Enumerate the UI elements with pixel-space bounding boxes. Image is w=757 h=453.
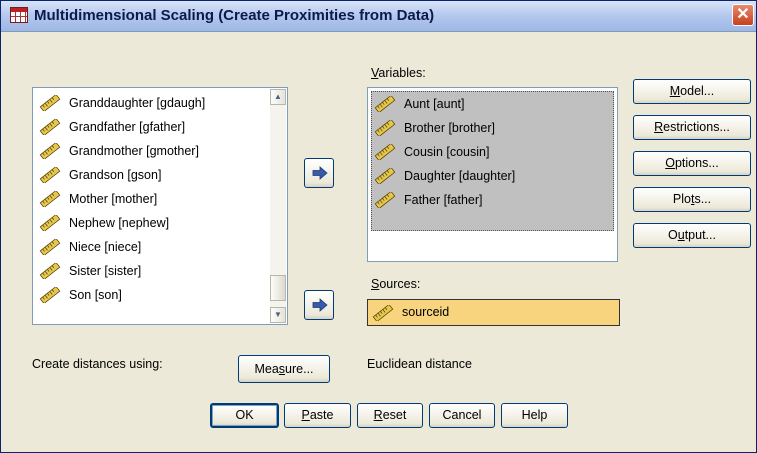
help-button[interactable]: Help [501, 403, 568, 428]
source-variable-list[interactable]: Granddaughter [gdaugh] Grandfather [gfath… [32, 87, 288, 325]
variable-list-item-label: Aunt [aunt] [404, 97, 465, 111]
plots-button[interactable]: Plots... [633, 187, 751, 212]
reset-button[interactable]: Reset [357, 403, 423, 428]
scroll-up-button[interactable]: ▲ [270, 89, 286, 105]
scroll-down-button[interactable]: ▼ [270, 307, 286, 323]
scale-variable-icon [39, 119, 61, 135]
data-table-icon [10, 7, 28, 23]
scale-variable-icon [39, 95, 61, 111]
model-button[interactable]: Model... [633, 79, 751, 104]
paste-button[interactable]: Paste [284, 403, 351, 428]
restrictions-button[interactable]: Restrictions... [633, 115, 751, 140]
variable-list-item-label: Brother [brother] [404, 121, 496, 135]
arrow-right-icon [312, 166, 328, 180]
scale-variable-icon [374, 120, 396, 136]
move-to-variables-button[interactable] [304, 158, 334, 188]
sources-value: sourceid [402, 305, 450, 319]
source-list-item-label: Sister [sister] [69, 264, 142, 278]
create-distances-label: Create distances using: [32, 357, 163, 371]
scale-variable-icon [39, 215, 61, 231]
variables-list[interactable]: Aunt [aunt] Brother [brother] Cousin [cous… [367, 87, 618, 262]
source-list-item-label: Mother [mother] [69, 192, 158, 206]
source-list-item-label: Grandson [gson] [69, 168, 162, 182]
distance-measure-value: Euclidean distance [367, 357, 472, 371]
output-button[interactable]: Output... [633, 223, 751, 248]
sources-field[interactable]: sourceid [367, 299, 620, 326]
variable-list-item-label: Daughter [daughter] [404, 169, 516, 183]
variables-label: Variables: [371, 66, 426, 80]
scale-variable-icon [39, 167, 61, 183]
window-title: Multidimensional Scaling (Create Proximi… [34, 7, 435, 24]
scale-variable-icon [372, 305, 394, 321]
source-list-item-label: Granddaughter [gdaugh] [69, 96, 206, 110]
scale-variable-icon [39, 239, 61, 255]
close-button[interactable]: ✕ [732, 4, 754, 26]
title-bar[interactable]: Multidimensional Scaling (Create Proximi… [1, 1, 756, 32]
source-list-item-label: Son [son] [69, 288, 122, 302]
source-list-item-label: Grandfather [gfather] [69, 120, 186, 134]
measure-button[interactable]: Measure... [238, 355, 330, 383]
source-list-item-label: Nephew [nephew] [69, 216, 170, 230]
scale-variable-icon [374, 168, 396, 184]
scale-variable-icon [39, 143, 61, 159]
scale-variable-icon [374, 144, 396, 160]
cancel-button[interactable]: Cancel [429, 403, 495, 428]
scale-variable-icon [39, 263, 61, 279]
move-to-sources-button[interactable] [304, 290, 334, 320]
sources-label: Sources: [371, 277, 421, 291]
scale-variable-icon [39, 191, 61, 207]
scale-variable-icon [374, 192, 396, 208]
scale-variable-icon [374, 96, 396, 112]
source-list-item-label: Niece [niece] [69, 240, 142, 254]
arrow-right-icon [312, 298, 328, 312]
dialog-window: Multidimensional Scaling (Create Proximi… [0, 0, 757, 453]
options-button[interactable]: Options... [633, 151, 751, 176]
variable-list-item-label: Cousin [cousin] [404, 145, 490, 159]
variable-list-item-label: Father [father] [404, 193, 483, 207]
scale-variable-icon [39, 287, 61, 303]
source-list-scrollbar[interactable]: ▲ ▼ [270, 89, 286, 323]
source-list-item-label: Grandmother [gmother] [69, 144, 199, 158]
ok-button[interactable]: OK [210, 403, 279, 428]
scroll-thumb[interactable] [270, 275, 286, 301]
